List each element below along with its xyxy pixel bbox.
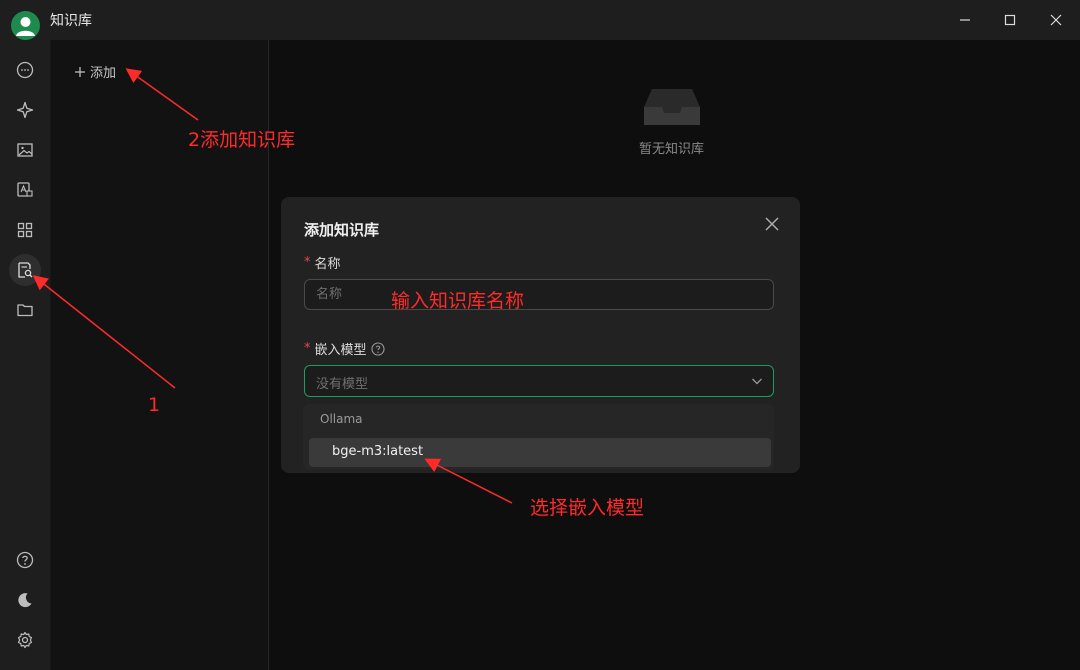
annotation-step2: 2添加知识库 xyxy=(188,129,296,151)
annotation-arrow-add xyxy=(125,68,199,121)
annotation-arrow-sidebar xyxy=(32,275,176,389)
annotation-step1: 1 xyxy=(148,394,161,416)
annotation-model-hint: 选择嵌入模型 xyxy=(530,497,645,519)
annotation-arrows xyxy=(32,68,513,504)
annotation-name-hint: 输入知识库名称 xyxy=(391,290,525,312)
annotation-arrow-model xyxy=(424,458,513,504)
